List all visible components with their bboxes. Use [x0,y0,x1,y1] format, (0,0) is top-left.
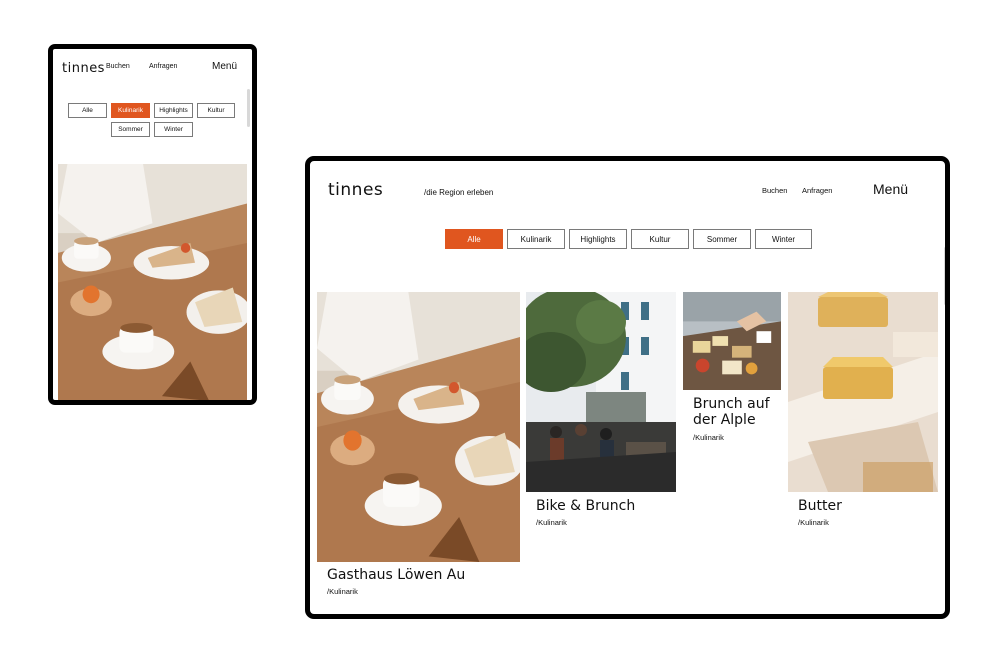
card-title-gasthaus[interactable]: Gasthaus Löwen Au [327,567,465,583]
nav-buchen[interactable]: Buchen [762,186,787,195]
tablet-device-frame: tinnes /die Region erleben Buchen Anfrag… [305,156,950,619]
card-category-bike-brunch[interactable]: /Kulinarik [536,518,567,527]
logo[interactable]: tinnes [328,180,383,200]
card-category-brunch-alple[interactable]: /Kulinarik [693,433,724,442]
card-image-brunch-alple[interactable] [683,292,781,390]
tagline: /die Region erleben [424,188,494,197]
scrollbar[interactable] [944,247,945,305]
nav-buchen[interactable]: Buchen [106,63,130,70]
filter-highlights[interactable]: Highlights [154,103,193,118]
scrollbar[interactable] [247,89,250,127]
filter-alle[interactable]: Alle [68,103,107,118]
filter-winter[interactable]: Winter [154,122,193,137]
card-category-gasthaus[interactable]: /Kulinarik [327,587,358,596]
card-category-butter[interactable]: /Kulinarik [798,518,829,527]
menu-button[interactable]: Menü [212,61,237,72]
card-image-gasthaus[interactable] [317,292,520,562]
filter-kulinarik[interactable]: Kulinarik [507,229,565,249]
logo[interactable]: tinnes [62,61,105,76]
card-title-brunch-alple[interactable]: Brunch auf der Alple [693,396,783,428]
filter-sommer[interactable]: Sommer [111,122,150,137]
nav-anfragen[interactable]: Anfragen [802,186,832,195]
card-title-bike-brunch[interactable]: Bike & Brunch [536,498,635,514]
filter-alle[interactable]: Alle [445,229,503,249]
card-image-gasthaus[interactable] [58,164,247,400]
filter-sommer[interactable]: Sommer [693,229,751,249]
filter-winter[interactable]: Winter [755,229,812,249]
filter-highlights[interactable]: Highlights [569,229,627,249]
mobile-device-frame: tinnes Buchen Anfragen Menü Alle Kulinar… [48,44,257,405]
filter-kulinarik[interactable]: Kulinarik [111,103,150,118]
card-image-butter[interactable] [788,292,938,492]
filter-kultur[interactable]: Kultur [631,229,689,249]
card-image-bike-brunch[interactable] [526,292,676,492]
card-title-butter[interactable]: Butter [798,498,842,514]
filter-kultur[interactable]: Kultur [197,103,235,118]
menu-button[interactable]: Menü [873,181,908,197]
nav-anfragen[interactable]: Anfragen [149,63,177,70]
